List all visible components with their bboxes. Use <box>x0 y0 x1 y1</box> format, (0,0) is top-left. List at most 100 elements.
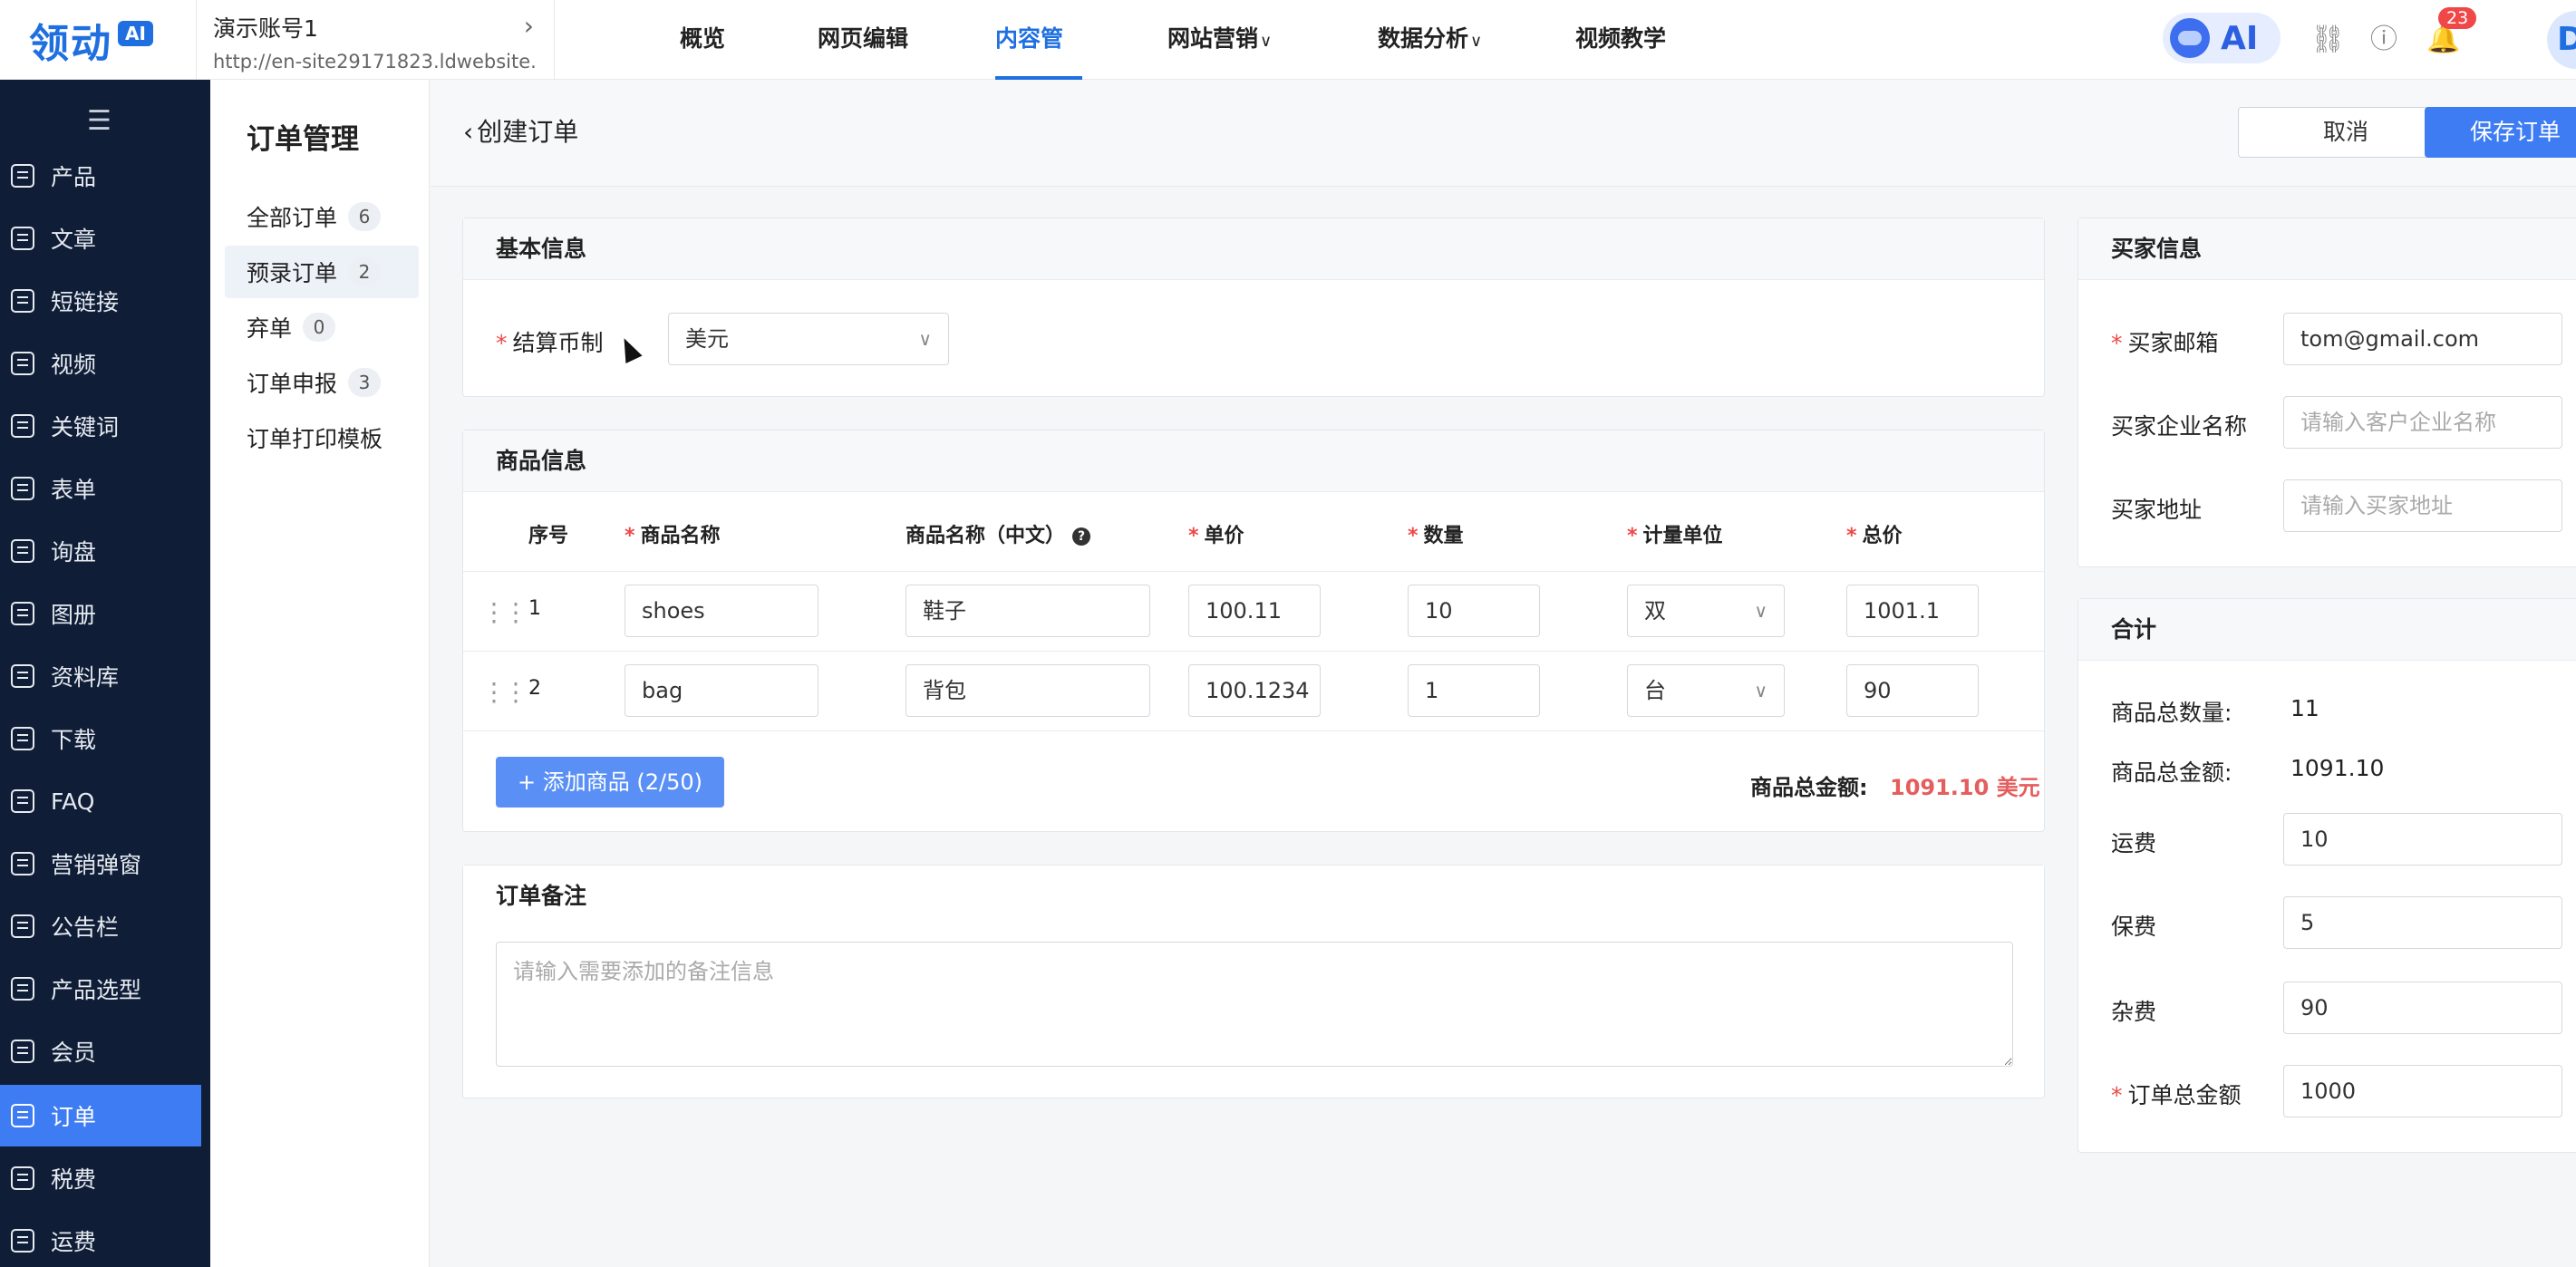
sidebar-item-videos[interactable]: 视频 <box>0 333 201 394</box>
back-link[interactable]: ‹ 创建订单 <box>463 112 578 149</box>
product-info-panel: 商品信息 序号 * 商品名称 商品名称（中文）? * 单价 * 数量 * 计量单位 * 总… <box>462 430 2045 832</box>
sidebar-item-bulletin[interactable]: 公告栏 <box>0 895 201 957</box>
buyer-info-panel: 买家信息 * 买家邮箱 tom@gmail.com 买家企业名称 请输入客户企业名… <box>2077 218 2576 567</box>
drag-handle-icon[interactable]: ⋮⋮ <box>481 597 528 627</box>
document-icon <box>11 227 34 250</box>
panel-title: 订单备注 <box>463 866 2044 927</box>
link-icon[interactable]: ⛓ <box>2310 22 2346 58</box>
chevron-left-icon: ‹ <box>463 117 474 147</box>
sidebar-item-label: 文章 <box>51 227 97 253</box>
form-icon <box>11 477 34 500</box>
sidebar-item-articles[interactable]: 文章 <box>0 208 201 269</box>
summary-qty-label: 商品总数量: <box>2111 700 2232 726</box>
sidebar-item-albums[interactable]: 图册 <box>0 583 201 644</box>
insurance-input[interactable]: 5 <box>2283 896 2562 949</box>
misc-fee-input[interactable]: 90 <box>2283 982 2562 1034</box>
nav-item-marketing[interactable]: 网站营销 ∨ <box>1167 0 1285 80</box>
buyer-address-input[interactable]: 请输入买家地址 <box>2283 479 2562 532</box>
sub-item-label: 弃单 <box>247 315 293 342</box>
order-total-label: * 订单总金额 <box>2111 1078 2242 1110</box>
currency-select[interactable]: 美元 ∨ <box>668 313 949 365</box>
message-icon <box>11 539 34 563</box>
sidebar-item-label: 产品选型 <box>51 977 142 1003</box>
sidebar-item-orders[interactable]: 订单 <box>0 1085 201 1146</box>
ai-assistant-button[interactable]: AI <box>2163 13 2281 63</box>
sidebar-item-inquiries[interactable]: 询盘 <box>0 520 201 582</box>
save-order-button[interactable]: 保存订单 <box>2425 107 2576 158</box>
unit-select[interactable]: 台 ∨ <box>1627 664 1785 717</box>
panel-title: 买家信息 <box>2078 218 2576 280</box>
sidebar-item-product-selection[interactable]: 产品选型 <box>0 958 201 1020</box>
diamond-icon <box>11 1040 34 1063</box>
total-input[interactable]: 1001.1 <box>1846 585 1979 637</box>
col-qty: * 数量 <box>1408 519 1464 548</box>
sidebar-item-forms[interactable]: 表单 <box>0 458 201 519</box>
panel-title: 商品信息 <box>463 430 2044 492</box>
nav-item-overview[interactable]: 概览 <box>680 0 743 80</box>
chevron-right-icon: › <box>523 11 534 41</box>
summary-amount-label: 商品总金额: <box>2111 759 2232 786</box>
sidebar-item-keywords[interactable]: 关键词 <box>0 395 201 457</box>
page-title: 创建订单 <box>477 117 579 147</box>
nav-item-video-tutorial[interactable]: 视频教学 <box>1575 0 1675 80</box>
required-mark: * <box>625 525 635 547</box>
account-name: 演示账号1 <box>213 15 318 42</box>
add-product-button[interactable]: + 添加商品 (2/50) <box>496 757 724 808</box>
panel-title: 合计 <box>2078 599 2576 661</box>
price-input[interactable]: 100.1234 <box>1188 664 1321 717</box>
help-icon[interactable]: ? <box>1072 527 1091 546</box>
sidebar-item-label: 视频 <box>51 352 97 378</box>
cube-icon <box>11 977 34 1001</box>
nav-label: 概览 <box>680 25 726 52</box>
nav-item-analytics[interactable]: 数据分析 ∨ <box>1378 0 1496 80</box>
shipping-input[interactable]: 10 <box>2283 813 2562 866</box>
sidebar-item-popups[interactable]: 营销弹窗 <box>0 833 201 895</box>
remark-textarea[interactable] <box>496 942 2013 1067</box>
sidebar-item-label: 资料库 <box>51 664 120 691</box>
sidebar-item-members[interactable]: 会员 <box>0 1020 201 1082</box>
drag-handle-icon[interactable]: ⋮⋮ <box>481 677 528 707</box>
account-switcher[interactable]: 演示账号1 http://en-site29171823.ldwebsite..… <box>196 0 555 80</box>
sidebar-item-products[interactable]: 产品 <box>0 145 201 207</box>
sub-item-abandoned[interactable]: 弃单 0 <box>225 301 419 353</box>
order-total-input[interactable]: 1000 <box>2283 1065 2562 1117</box>
required-mark: * <box>1188 525 1199 547</box>
sidebar-item-downloads[interactable]: 下载 <box>0 708 201 769</box>
sub-item-pre-orders[interactable]: 预录订单 2 <box>225 246 419 298</box>
library-icon <box>11 664 34 688</box>
sub-item-declarations[interactable]: 订单申报 3 <box>225 356 419 409</box>
buyer-email-input[interactable]: tom@gmail.com <box>2283 313 2562 365</box>
logo[interactable]: 领动 AI <box>29 16 153 67</box>
unit-select[interactable]: 双 ∨ <box>1627 585 1785 637</box>
required-mark: * <box>1627 525 1638 547</box>
sidebar-item-shipping[interactable]: 运费 <box>0 1210 201 1267</box>
qty-input[interactable]: 10 <box>1408 585 1540 637</box>
product-name-cn-input[interactable]: 鞋子 <box>905 585 1150 637</box>
buyer-email-label: * 买家邮箱 <box>2111 325 2219 358</box>
bulletin-icon <box>11 914 34 938</box>
unit-value: 双 <box>1644 598 1666 624</box>
qty-input[interactable]: 1 <box>1408 664 1540 717</box>
sidebar-item-library[interactable]: 资料库 <box>0 645 201 707</box>
required-mark: * <box>1846 525 1857 547</box>
product-name-input[interactable]: bag <box>625 664 818 717</box>
cancel-button[interactable]: 取消 <box>2238 107 2454 158</box>
product-name-input[interactable]: shoes <box>625 585 818 637</box>
avatar[interactable]: D <box>2547 11 2576 69</box>
price-input[interactable]: 100.11 <box>1188 585 1321 637</box>
nav-item-page-edit[interactable]: 网页编辑 <box>818 0 917 80</box>
sidebar-item-faq[interactable]: FAQ <box>0 770 201 832</box>
required-mark: * <box>496 330 508 356</box>
sidebar-item-label: 下载 <box>51 727 97 753</box>
nav-item-content[interactable]: 内容管理 <box>995 0 1082 130</box>
help-circle-icon[interactable]: ⓘ <box>2366 22 2402 58</box>
sidebar-item-label: 表单 <box>51 477 97 503</box>
buyer-company-input[interactable]: 请输入客户企业名称 <box>2283 396 2562 449</box>
sidebar-item-short-links[interactable]: 短链接 <box>0 270 201 332</box>
sub-item-all-orders[interactable]: 全部订单 6 <box>225 190 419 243</box>
sidebar-item-taxes[interactable]: 税费 <box>0 1147 201 1209</box>
product-name-cn-input[interactable]: 背包 <box>905 664 1150 717</box>
sub-item-print-templates[interactable]: 订单打印模板 <box>225 411 419 464</box>
collapse-menu-icon[interactable]: ☰ <box>87 105 111 137</box>
total-input[interactable]: 90 <box>1846 664 1979 717</box>
